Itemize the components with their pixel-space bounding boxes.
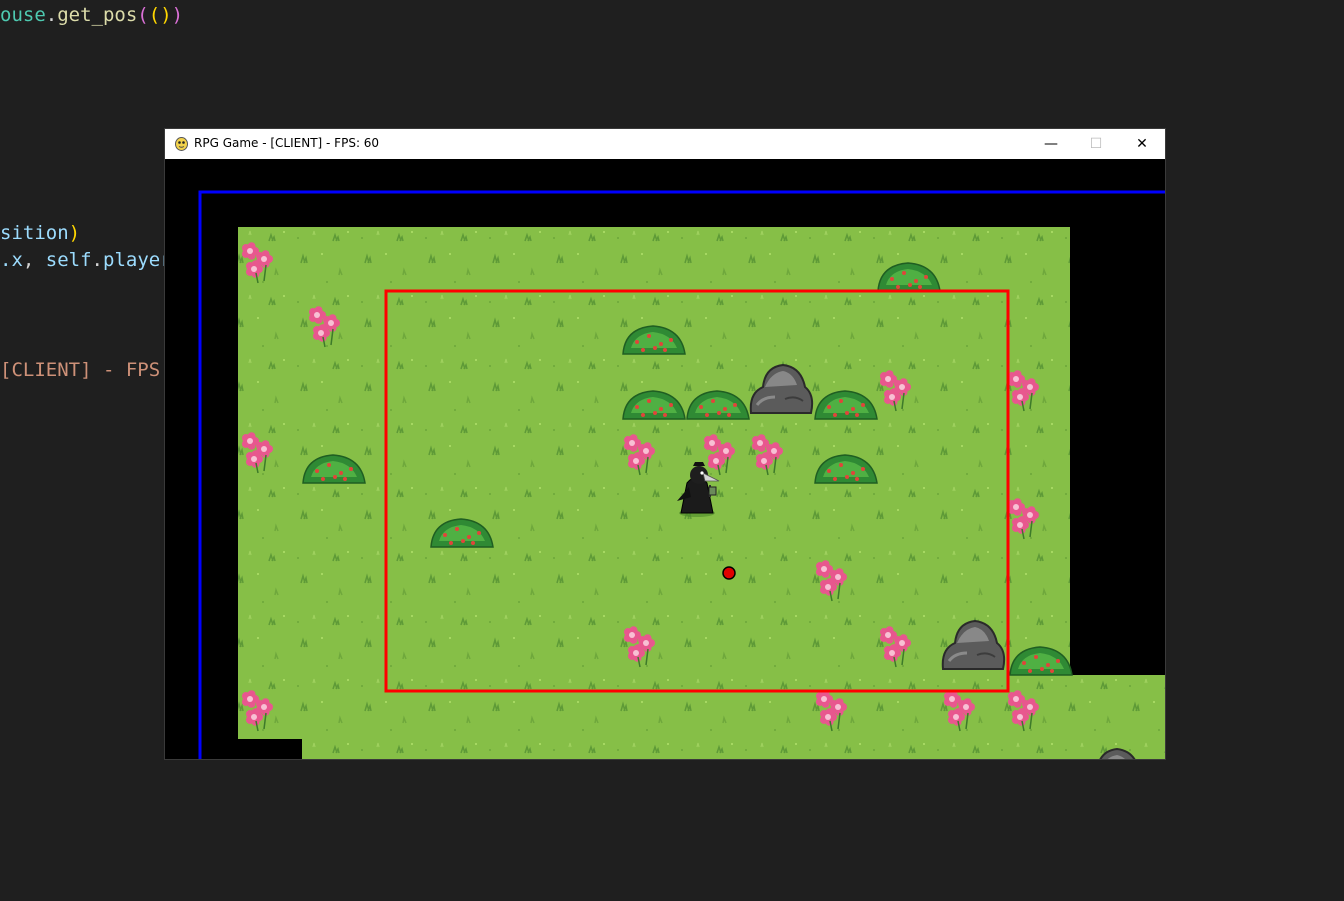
code-line-4: [CLIENT] - FPS:: [0, 358, 172, 382]
code-token: ,: [22, 249, 46, 271]
code-token: (: [137, 4, 149, 26]
code-token: .: [91, 249, 103, 271]
minimize-button[interactable]: —: [1028, 129, 1074, 159]
code-token: sition: [0, 222, 69, 244]
maximize-button[interactable]: ☐: [1073, 129, 1119, 159]
code-token: .: [45, 4, 58, 26]
code-token: (: [148, 4, 161, 26]
code-token: ): [68, 222, 81, 244]
close-button[interactable]: ✕: [1119, 129, 1165, 159]
code-line-2: sition): [0, 221, 80, 245]
code-token: player: [103, 249, 172, 271]
target-marker: [722, 566, 736, 580]
code-token: self: [45, 249, 92, 271]
title-bar[interactable]: RPG Game - [CLIENT] - FPS: 60 — ☐ ✕: [165, 129, 1165, 159]
grass-area-lower: [302, 675, 1165, 759]
window-title: RPG Game - [CLIENT] - FPS: 60: [194, 136, 380, 150]
pygame-snake-icon: [174, 136, 189, 151]
code-token: [CLIENT] - FPS:: [0, 359, 172, 381]
code-token: ): [160, 4, 172, 26]
code-token: get_pos: [57, 4, 138, 26]
code-line-3: .x, self.player: [0, 248, 172, 272]
grass-area-strip: [238, 739, 302, 759]
game-canvas[interactable]: [165, 159, 1165, 759]
code-token: .x: [0, 249, 23, 271]
game-window[interactable]: RPG Game - [CLIENT] - FPS: 60 — ☐ ✕: [165, 129, 1165, 759]
code-line-1: ouse.get_pos(()): [0, 3, 183, 27]
code-token: ): [171, 4, 184, 26]
code-token: ouse: [0, 4, 46, 26]
